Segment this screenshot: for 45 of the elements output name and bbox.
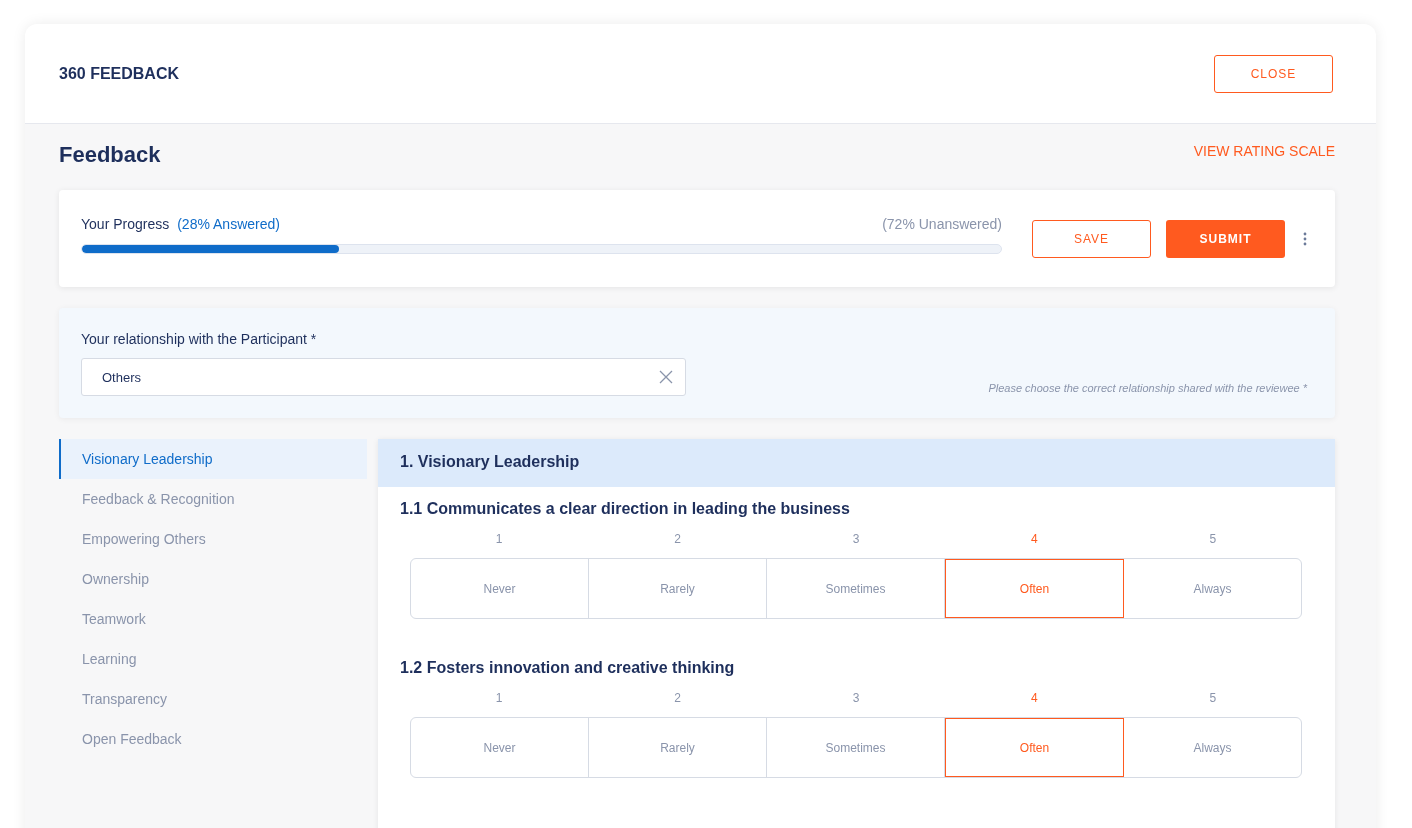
rating-number: 3 (851, 691, 861, 705)
rating-option[interactable]: Always (1124, 559, 1301, 618)
question-text: 1.2 Fosters innovation and creative thinking (400, 659, 736, 677)
rating-scale-link[interactable]: VIEW RATING SCALE (1193, 143, 1335, 159)
clear-icon[interactable] (659, 370, 673, 384)
rating-option[interactable]: Often (945, 559, 1124, 618)
submit-button[interactable]: SUBMIT (1166, 219, 1285, 258)
rating-number: 5 (1208, 691, 1218, 705)
sidebar-item[interactable]: Visionary Leadership (59, 439, 367, 479)
rating-number: 4 (1030, 532, 1039, 546)
rating-option[interactable]: Sometimes (767, 559, 945, 618)
rating-number: 1 (494, 691, 504, 705)
sidebar-item[interactable]: Learning (59, 639, 367, 679)
sidebar-item[interactable]: Ownership (59, 559, 367, 599)
unanswered-percent: (72% Unanswered) (882, 215, 1002, 232)
relationship-hint: Please choose the correct relationship shared with the reviewee * (988, 382, 1307, 394)
sidebar-item[interactable]: Feedback & Recognition (59, 479, 367, 519)
rating-option[interactable]: Always (1124, 718, 1301, 777)
answered-percent: (28% Answered) (177, 215, 280, 232)
rating-number: 5 (1208, 532, 1218, 546)
sidebar-item[interactable]: Empowering Others (59, 519, 367, 559)
sidebar-item[interactable]: Teamwork (59, 599, 367, 639)
rating-option[interactable]: Sometimes (767, 718, 945, 777)
progress-label: Your Progress (81, 215, 170, 232)
rating-option[interactable]: Rarely (589, 559, 767, 618)
question-text: 1.1 Communicates a clear direction in leading the business (400, 500, 851, 518)
rating-number: 4 (1030, 691, 1039, 705)
relationship-label: Your relationship with the Participant * (81, 331, 317, 347)
rating-number: 3 (851, 532, 861, 546)
relationship-select[interactable]: Others (81, 358, 686, 396)
sidebar-item[interactable]: Open Feedback (59, 719, 367, 759)
rating-option[interactable]: Often (945, 718, 1124, 777)
rating-option[interactable]: Never (411, 718, 589, 777)
dialog-title: 360 FEEDBACK (59, 64, 180, 83)
rating-option[interactable]: Never (411, 559, 589, 618)
rating-number: 2 (673, 532, 682, 546)
save-button[interactable]: SAVE (1032, 219, 1151, 258)
section-title: 1. Visionary Leadership (378, 439, 1335, 487)
rating-number: 2 (673, 691, 682, 705)
sidebar-item[interactable]: Transparency (59, 679, 367, 719)
page-title: Feedback (59, 142, 161, 168)
rating-option[interactable]: Rarely (589, 718, 767, 777)
more-icon[interactable] (1303, 231, 1307, 246)
close-button[interactable]: CLOSE (1214, 54, 1333, 93)
rating-number: 1 (494, 532, 504, 546)
